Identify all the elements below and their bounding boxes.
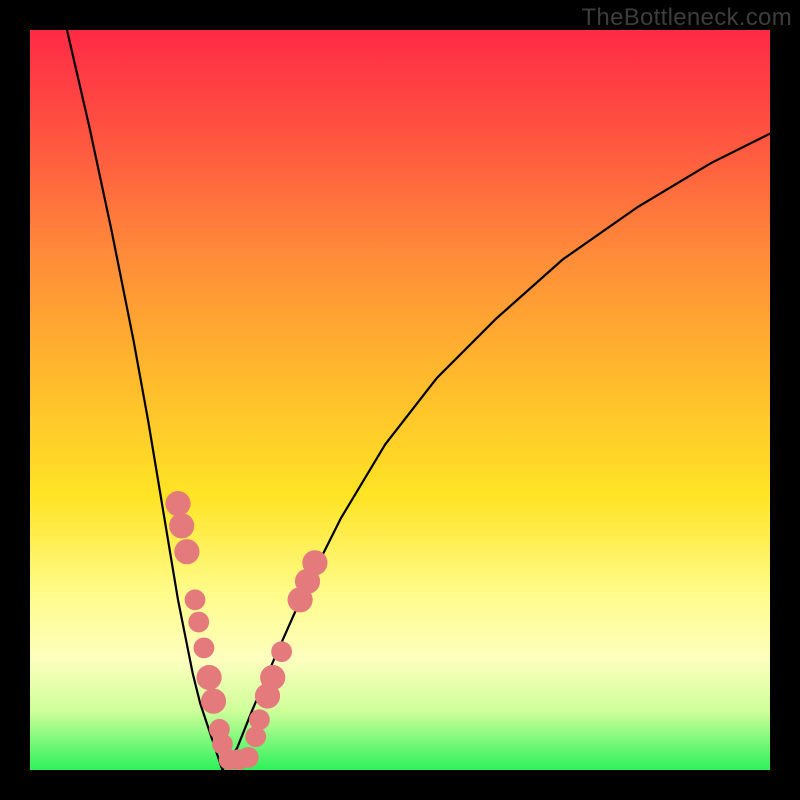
bead-marker: [271, 641, 292, 662]
bead-marker: [197, 665, 222, 690]
bead-marker: [260, 665, 285, 690]
bead-marker: [194, 638, 215, 659]
chart-frame: TheBottleneck.com: [0, 0, 800, 800]
watermark-text: TheBottleneck.com: [581, 4, 792, 32]
chart-svg: [30, 30, 770, 770]
bead-marker: [169, 513, 194, 538]
curve-right-branch: [222, 134, 770, 770]
curve-group: [67, 30, 770, 770]
bead-marker: [201, 689, 226, 714]
bead-marker: [174, 539, 199, 564]
bead-marker: [185, 589, 206, 610]
bead-marker: [302, 550, 327, 575]
bead-marker: [165, 491, 190, 516]
curve-left-branch: [67, 30, 222, 770]
chart-plot-area: [30, 30, 770, 770]
bead-marker: [188, 612, 209, 633]
beads-group: [165, 491, 327, 770]
bead-marker: [249, 709, 270, 730]
bead-marker: [238, 747, 259, 768]
